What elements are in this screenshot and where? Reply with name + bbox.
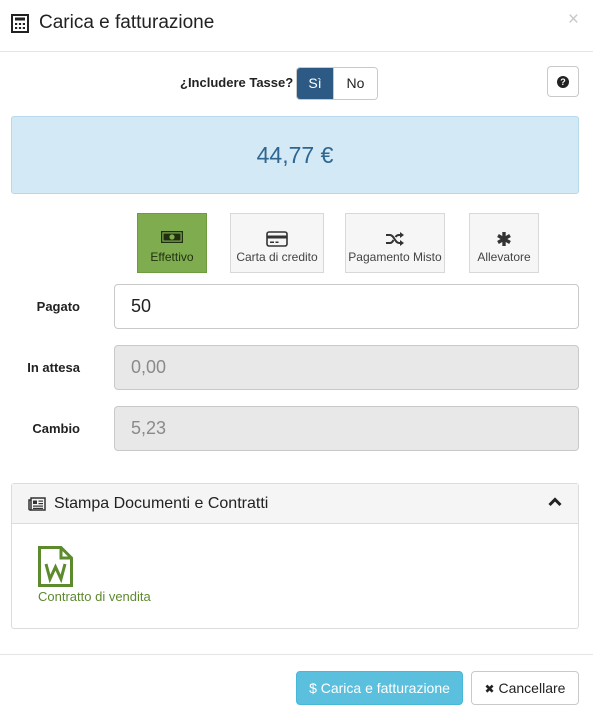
payment-method-cash[interactable]: Effettivo — [137, 213, 207, 273]
modal-title: Carica e fatturazione — [39, 12, 215, 33]
word-document-icon[interactable] — [38, 546, 73, 587]
modal-header: Carica e fatturazione × — [0, 0, 593, 52]
payment-method-breeder[interactable]: Allevatore — [469, 213, 539, 273]
documents-panel-title: Stampa Documenti e Contratti — [54, 495, 269, 512]
payment-method-credit-card[interactable]: Carta di credito — [230, 213, 324, 273]
payment-method-label: Pagamento Misto — [348, 250, 442, 264]
documents-panel: Stampa Documenti e Contratti Contratto d… — [11, 483, 579, 629]
change-label: Cambio — [32, 421, 80, 436]
question-circle-icon: ? — [557, 75, 569, 88]
documents-panel-header[interactable]: Stampa Documenti e Contratti — [12, 484, 578, 524]
tax-no-button[interactable]: No — [333, 68, 377, 99]
sales-contract-link[interactable]: Contratto di vendita — [38, 589, 151, 604]
cancel-button-label: Cancellare — [498, 680, 566, 696]
payment-method-label: Allevatore — [477, 250, 531, 264]
calculator-icon — [11, 14, 29, 33]
paid-label: Pagato — [36, 299, 80, 314]
total-amount: 44,77 € — [11, 116, 579, 194]
help-button[interactable]: ? — [547, 66, 579, 97]
chevron-up-icon[interactable] — [548, 497, 562, 507]
pending-input[interactable] — [114, 345, 579, 390]
tax-yes-button[interactable]: Sì — [297, 68, 333, 99]
charge-and-invoice-button[interactable]: $ Carica e fatturazione — [296, 671, 463, 705]
payment-method-label: Carta di credito — [236, 250, 318, 264]
cash-icon — [161, 231, 183, 243]
close-icon[interactable]: × — [568, 10, 579, 30]
newspaper-icon — [28, 497, 46, 511]
credit-card-icon — [266, 231, 288, 247]
paid-input[interactable] — [114, 284, 579, 329]
include-tax-label: ¿Includere Tasse? — [180, 75, 294, 90]
change-input[interactable] — [114, 406, 579, 451]
close-icon: ✖ — [484, 682, 495, 696]
modal-footer: $ Carica e fatturazione ✖ Cancellare — [0, 654, 593, 715]
payment-method-label: Effettivo — [150, 250, 194, 264]
include-tax-toggle: Sì No — [296, 67, 378, 100]
asterisk-icon — [497, 232, 511, 246]
shuffle-icon — [386, 232, 404, 246]
cancel-button[interactable]: ✖ Cancellare — [471, 671, 579, 705]
payment-method-mixed[interactable]: Pagamento Misto — [345, 213, 445, 273]
pending-label: In attesa — [27, 360, 80, 375]
